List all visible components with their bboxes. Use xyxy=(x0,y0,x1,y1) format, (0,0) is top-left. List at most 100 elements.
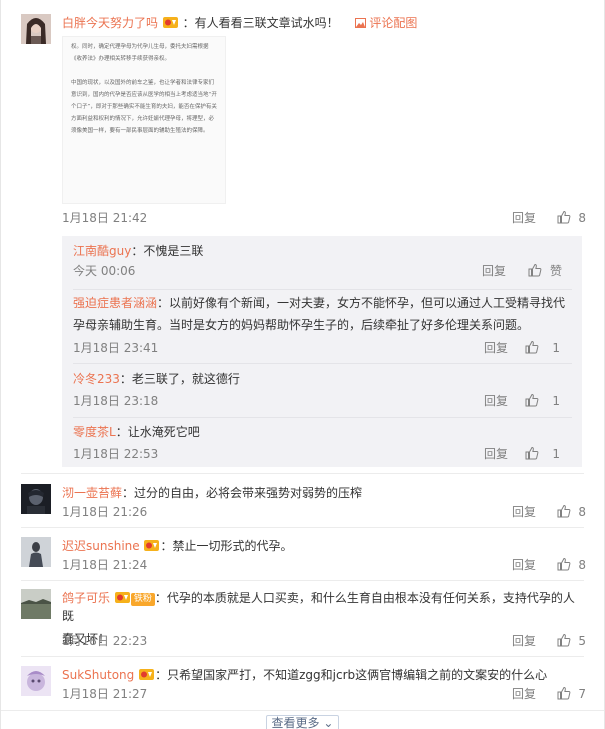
vip-badge-icon xyxy=(144,540,160,551)
avatar[interactable] xyxy=(21,484,51,514)
reply-text: ：让水淹死它吧 xyxy=(115,425,200,439)
comment-time: 1月18日 22:23 xyxy=(62,634,148,648)
divider xyxy=(1,710,604,711)
avatar[interactable] xyxy=(21,666,51,696)
reply-item: 江南酷guy：不愧是三联 今天 00:06 回复 赞 xyxy=(73,240,572,286)
like-button[interactable]: 8 xyxy=(557,209,586,227)
comment-panel: 白胖今天努力了吗 ：有人看看三联文章试水吗！ 评论配图 权。同时，确定代理孕母为… xyxy=(0,0,605,729)
thumbs-up-icon xyxy=(525,446,538,460)
like-count: 8 xyxy=(578,211,586,225)
comment-text: ：只希望国家严打，不知道zgg和jcrb这俩官博编辑之前的文案安的什么心 xyxy=(155,668,548,682)
like-count: 8 xyxy=(578,505,586,519)
comment-time: 1月18日 21:27 xyxy=(62,687,148,701)
reply-text: ：以前好像有个新闻，一对夫妻，女方不能怀孕，但可以通过人工受精寻找代 xyxy=(157,296,566,310)
vip-badge-icon xyxy=(139,669,155,680)
reply-button[interactable]: 回复 xyxy=(484,445,508,463)
divider xyxy=(21,527,584,528)
reply-button[interactable]: 回复 xyxy=(512,209,536,227)
reply-username[interactable]: 强迫症患者涵涵 xyxy=(73,296,157,310)
comment-time: 1月18日 21:24 xyxy=(62,558,148,572)
like-button[interactable]: 5 xyxy=(557,632,586,650)
reply-button[interactable]: 回复 xyxy=(512,685,536,703)
reply-text: ：不愧是三联 xyxy=(131,244,204,258)
view-more-bar: 查看更多 ⌄ xyxy=(1,715,604,729)
comment-item: 迟迟sunshine ：禁止一切形式的代孕。 1月18日 21:24 回复 8 xyxy=(21,537,586,577)
thumbs-up-icon xyxy=(557,504,570,518)
comment-image[interactable]: 权。同时，确定代理孕母为代孕儿生母，委托夫妇需根据《收养法》办理相关转移手续获得… xyxy=(62,36,226,204)
comment-text: ：有人看看三联文章试水吗！ xyxy=(182,16,339,30)
thumbs-up-icon xyxy=(557,633,570,647)
thumbs-up-icon xyxy=(525,340,538,354)
comment-time: 1月18日 21:26 xyxy=(62,505,148,519)
divider xyxy=(73,417,572,418)
like-count: 赞 xyxy=(549,264,562,278)
thumbs-up-icon xyxy=(557,210,570,224)
reply-time: 1月18日 23:41 xyxy=(73,341,159,355)
comment-username[interactable]: 迟迟sunshine xyxy=(62,539,140,553)
like-count: 1 xyxy=(552,447,560,461)
image-icon xyxy=(354,18,366,28)
comment-item: 鸽子可乐 铁粉 ：代孕的本质就是人口买卖，和什么生育自由根本没有任何关系，支持代孕… xyxy=(21,589,586,651)
comment-text: ：禁止一切形式的代孕。 xyxy=(160,539,293,553)
avatar[interactable] xyxy=(21,537,51,567)
thumbs-up-icon xyxy=(528,263,542,277)
divider xyxy=(73,289,572,290)
reply-time: 1月18日 23:18 xyxy=(73,394,159,408)
thumbs-up-icon xyxy=(557,557,570,571)
like-button[interactable]: 8 xyxy=(557,503,586,521)
like-count: 1 xyxy=(552,341,560,355)
reply-item: 零度茶L：让水淹死它吧 1月18日 22:53 回复 1 xyxy=(73,421,572,467)
like-count: 1 xyxy=(552,394,560,408)
like-button[interactable]: 7 xyxy=(557,685,586,703)
comment-username[interactable]: SukShutong xyxy=(62,668,134,682)
thumbs-up-icon xyxy=(557,686,570,700)
view-comment-image-link[interactable]: 评论配图 xyxy=(354,16,418,30)
reply-button[interactable]: 回复 xyxy=(512,556,536,574)
reply-button[interactable]: 回复 xyxy=(484,339,508,357)
divider xyxy=(21,473,584,474)
divider xyxy=(21,580,584,581)
comment-username[interactable]: 沏一壶苔藓 xyxy=(62,486,122,500)
like-button[interactable]: 1 xyxy=(525,339,560,357)
view-comment-image-label: 评论配图 xyxy=(369,16,418,30)
reply-username[interactable]: 零度茶L xyxy=(73,425,116,439)
comment-item: SukShutong ：只希望国家严打，不知道zgg和jcrb这俩官博编辑之前的… xyxy=(21,666,586,706)
view-more-label: 查看更多 xyxy=(271,716,320,729)
reply-button[interactable]: 回复 xyxy=(482,262,506,280)
reply-item: 冷冬233：老三联了，就这德行 1月18日 23:18 回复 1 xyxy=(73,368,572,414)
comment-text: ：过分的自由，必将会带来强势对弱势的压榨 xyxy=(122,486,363,500)
reply-list: 江南酷guy：不愧是三联 今天 00:06 回复 赞 强迫症患者涵涵：以前好像有… xyxy=(62,236,582,467)
comment-item: 白胖今天努力了吗 ：有人看看三联文章试水吗！ 评论配图 权。同时，确定代理孕母为… xyxy=(21,14,586,230)
divider xyxy=(73,363,572,364)
reply-username[interactable]: 江南酷guy xyxy=(73,244,131,258)
like-count: 5 xyxy=(578,634,586,648)
view-more-button[interactable]: 查看更多 ⌄ xyxy=(265,715,340,729)
comment-time: 1月18日 21:42 xyxy=(62,211,148,225)
like-button[interactable]: 1 xyxy=(525,445,560,463)
comment-username[interactable]: 白胖今天努力了吗 xyxy=(62,16,158,30)
reply-time: 今天 00:06 xyxy=(73,264,136,278)
like-button[interactable]: 赞 xyxy=(528,262,562,280)
fan-badge: 铁粉 xyxy=(130,593,155,606)
reply-button[interactable]: 回复 xyxy=(512,632,536,650)
vip-badge-icon xyxy=(162,17,178,28)
reply-time: 1月18日 22:53 xyxy=(73,447,159,461)
reply-button[interactable]: 回复 xyxy=(512,503,536,521)
reply-button[interactable]: 回复 xyxy=(484,392,508,410)
reply-text: ：老三联了，就这德行 xyxy=(119,372,240,386)
like-count: 7 xyxy=(578,687,586,701)
comment-username[interactable]: 鸽子可乐 xyxy=(62,591,110,605)
comment-image-paragraph: 中国的现状，以及国外的前车之鉴，也让学者和法律专家们意识到，国内的代孕是否应该从… xyxy=(71,80,217,134)
like-count: 8 xyxy=(578,558,586,572)
avatar[interactable] xyxy=(21,589,51,619)
reply-username[interactable]: 冷冬233 xyxy=(73,372,120,386)
comment-item: 沏一壶苔藓：过分的自由，必将会带来强势对弱势的压榨 1月18日 21:26 回复… xyxy=(21,484,586,524)
reply-text-continued: 孕母亲辅助生育。当时是女方的妈妈帮助怀孕生子的，后续牵扯了好多伦理关系问题。 xyxy=(73,318,530,332)
avatar[interactable] xyxy=(21,14,51,44)
thumbs-up-icon xyxy=(525,393,538,407)
chevron-down-icon: ⌄ xyxy=(323,716,334,729)
like-button[interactable]: 1 xyxy=(525,392,560,410)
divider xyxy=(21,656,584,657)
reply-item: 强迫症患者涵涵：以前好像有个新闻，一对夫妻，女方不能怀孕，但可以通过人工受精寻找… xyxy=(73,292,572,362)
like-button[interactable]: 8 xyxy=(557,556,586,574)
